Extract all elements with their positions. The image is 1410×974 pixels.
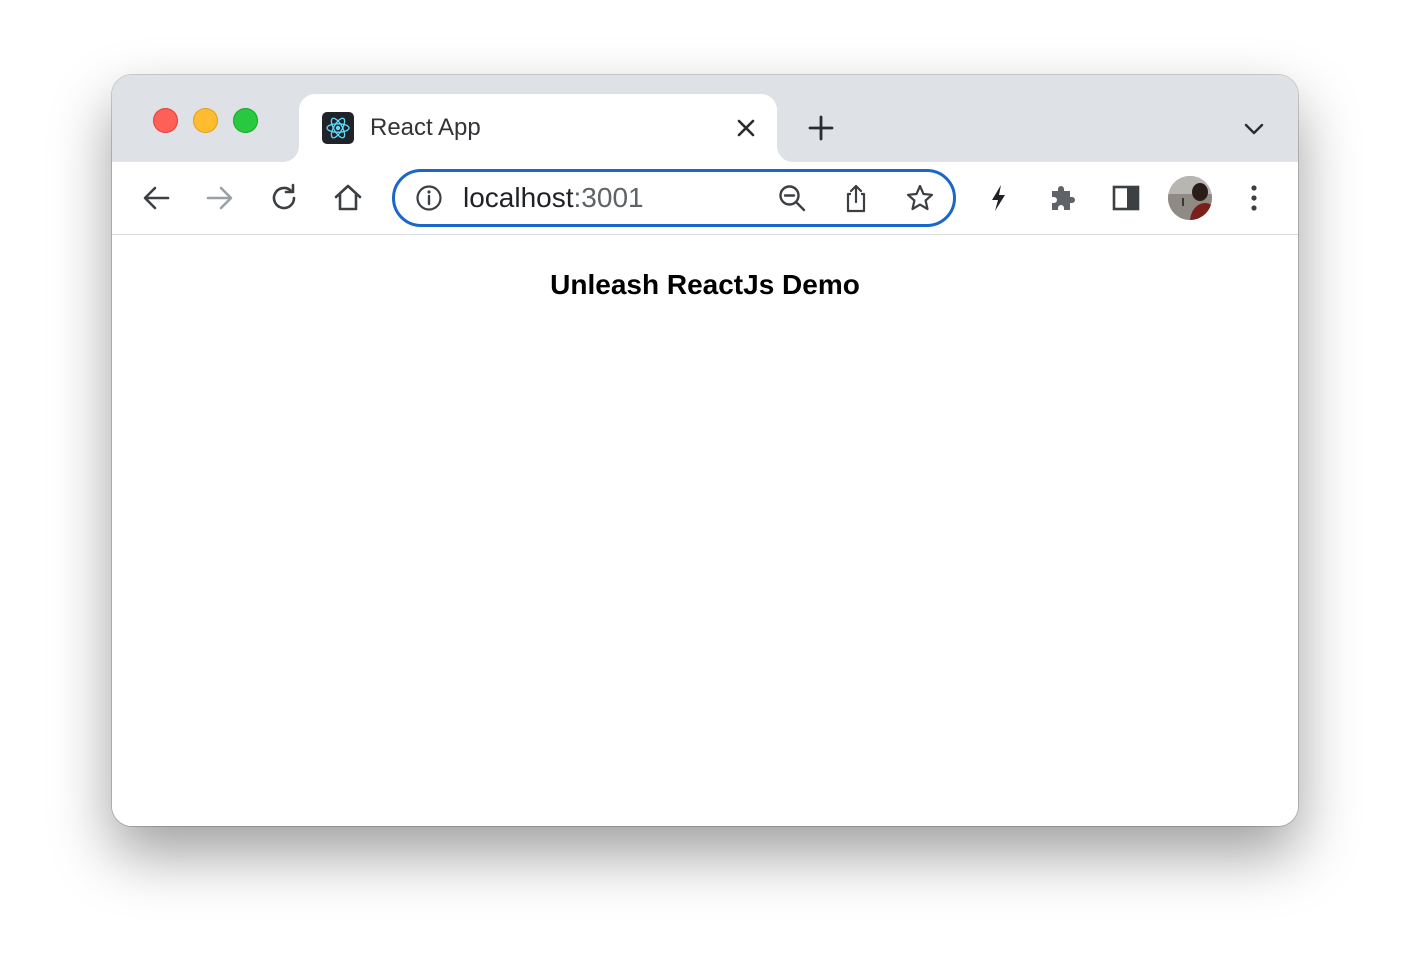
lightning-extension-icon[interactable]	[980, 180, 1016, 216]
side-panel-icon[interactable]	[1108, 180, 1144, 216]
site-info-icon[interactable]	[415, 184, 443, 212]
tab-strip: React App	[112, 75, 1298, 162]
react-logo-icon	[322, 112, 354, 144]
zoom-out-icon[interactable]	[777, 183, 807, 213]
maximize-window-button[interactable]	[233, 108, 258, 133]
kebab-menu-icon[interactable]	[1236, 180, 1272, 216]
url-host: localhost	[463, 182, 574, 213]
share-icon[interactable]	[841, 183, 871, 213]
browser-toolbar: localhost:3001	[112, 162, 1298, 235]
extensions-puzzle-icon[interactable]	[1044, 180, 1080, 216]
tab-title: React App	[370, 114, 481, 141]
tab-react-app[interactable]: React App	[299, 94, 777, 162]
page-title: Unleash ReactJs Demo	[550, 269, 860, 300]
bookmark-star-icon[interactable]	[905, 183, 935, 213]
close-window-button[interactable]	[153, 108, 178, 133]
minimize-window-button[interactable]	[193, 108, 218, 133]
address-bar[interactable]: localhost:3001	[392, 169, 956, 227]
address-url[interactable]: localhost:3001	[463, 183, 644, 213]
back-arrow-icon[interactable]	[138, 180, 174, 216]
profile-avatar[interactable]	[1168, 176, 1212, 220]
browser-window: React App localhost:3001 Unleash ReactJs…	[112, 75, 1298, 826]
home-icon[interactable]	[330, 180, 366, 216]
page-content: Unleash ReactJs Demo	[112, 235, 1298, 826]
url-port: :3001	[573, 182, 644, 213]
new-tab-plus-icon[interactable]	[806, 113, 836, 143]
forward-arrow-icon[interactable]	[202, 180, 238, 216]
reload-icon[interactable]	[266, 180, 302, 216]
chevron-down-icon[interactable]	[1240, 115, 1268, 143]
tab-close-icon[interactable]	[732, 114, 760, 142]
